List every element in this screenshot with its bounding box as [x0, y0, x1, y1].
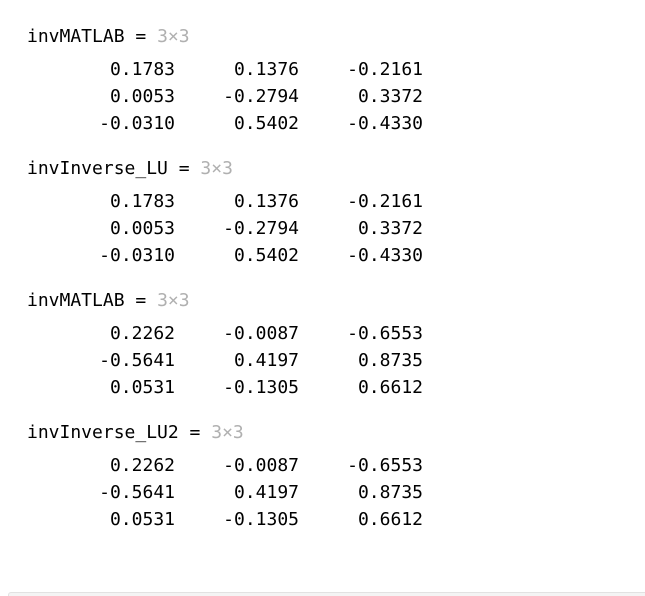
matrix-cell: 0.3372	[357, 218, 423, 239]
matrix-cell: -0.2794	[223, 86, 299, 107]
equals-sign: =	[167, 158, 201, 179]
matrix-cell: -0.5641	[99, 350, 175, 371]
matrix-cell: -0.1305	[223, 377, 299, 398]
matrix-cell: 0.5402	[233, 245, 299, 266]
matrix-cell: -0.4330	[347, 245, 423, 266]
dimension-label: 3×3	[211, 422, 244, 443]
matrix-cell: -0.2794	[223, 218, 299, 239]
matrix-cell: 0.1783	[109, 191, 175, 212]
equals-sign: =	[178, 422, 212, 443]
dimension-label: 3×3	[157, 26, 190, 47]
variable-header: invMATLAB = 3×3	[27, 290, 627, 312]
dimension-label: 3×3	[157, 290, 190, 311]
matrix-cell: 0.4197	[233, 350, 299, 371]
dimension-label: 3×3	[200, 158, 233, 179]
matrix-cell: 0.0531	[109, 377, 175, 398]
matrix-cell: 0.8735	[357, 482, 423, 503]
variable-name[interactable]: invMATLAB	[27, 290, 125, 311]
variable-output-block: invMATLAB = 3×3 0.1783 0.1376 -0.2161 0.…	[27, 26, 627, 137]
matrix-cell: 0.1376	[233, 59, 299, 80]
command-window-output: invMATLAB = 3×3 0.1783 0.1376 -0.2161 0.…	[27, 26, 627, 554]
matrix-cell: 0.8735	[357, 350, 423, 371]
matrix-cell: 0.0053	[109, 218, 175, 239]
matrix-values: 0.1783 0.1376 -0.2161 0.0053 -0.2794 0.3…	[27, 188, 627, 269]
matrix-cell: 0.1783	[109, 59, 175, 80]
matrix-cell: 0.0531	[109, 509, 175, 530]
matrix-cell: 0.6612	[357, 377, 423, 398]
matrix-cell: -0.2161	[347, 59, 423, 80]
matrix-values: 0.1783 0.1376 -0.2161 0.0053 -0.2794 0.3…	[27, 56, 627, 137]
matrix-cell: -0.4330	[347, 113, 423, 134]
matrix-values: 0.2262 -0.0087 -0.6553 -0.5641 0.4197 0.…	[27, 320, 627, 401]
matrix-cell: -0.1305	[223, 509, 299, 530]
matrix-cell: -0.0087	[223, 455, 299, 476]
variable-name[interactable]: invInverse_LU	[27, 158, 168, 179]
variable-output-block: invMATLAB = 3×3 0.2262 -0.0087 -0.6553 -…	[27, 290, 627, 401]
variable-header: invMATLAB = 3×3	[27, 26, 627, 48]
variable-name[interactable]: invInverse_LU2	[27, 422, 179, 443]
variable-output-block: invInverse_LU = 3×3 0.1783 0.1376 -0.216…	[27, 158, 627, 269]
next-output-panel-edge	[8, 592, 645, 596]
equals-sign: =	[124, 290, 158, 311]
matrix-cell: -0.6553	[347, 455, 423, 476]
matrix-cell: 0.5402	[233, 113, 299, 134]
matrix-cell: 0.0053	[109, 86, 175, 107]
matrix-cell: -0.2161	[347, 191, 423, 212]
matrix-values: 0.2262 -0.0087 -0.6553 -0.5641 0.4197 0.…	[27, 452, 627, 533]
variable-header: invInverse_LU = 3×3	[27, 158, 627, 180]
variable-name[interactable]: invMATLAB	[27, 26, 125, 47]
matrix-cell: -0.0087	[223, 323, 299, 344]
matrix-cell: 0.2262	[109, 323, 175, 344]
matrix-cell: 0.2262	[109, 455, 175, 476]
matrix-cell: -0.5641	[99, 482, 175, 503]
matrix-cell: -0.0310	[99, 113, 175, 134]
variable-header: invInverse_LU2 = 3×3	[27, 422, 627, 444]
variable-output-block: invInverse_LU2 = 3×3 0.2262 -0.0087 -0.6…	[27, 422, 627, 533]
matrix-cell: 0.3372	[357, 86, 423, 107]
matrix-cell: -0.6553	[347, 323, 423, 344]
matrix-cell: -0.0310	[99, 245, 175, 266]
matrix-cell: 0.1376	[233, 191, 299, 212]
matrix-cell: 0.6612	[357, 509, 423, 530]
matrix-cell: 0.4197	[233, 482, 299, 503]
equals-sign: =	[124, 26, 158, 47]
